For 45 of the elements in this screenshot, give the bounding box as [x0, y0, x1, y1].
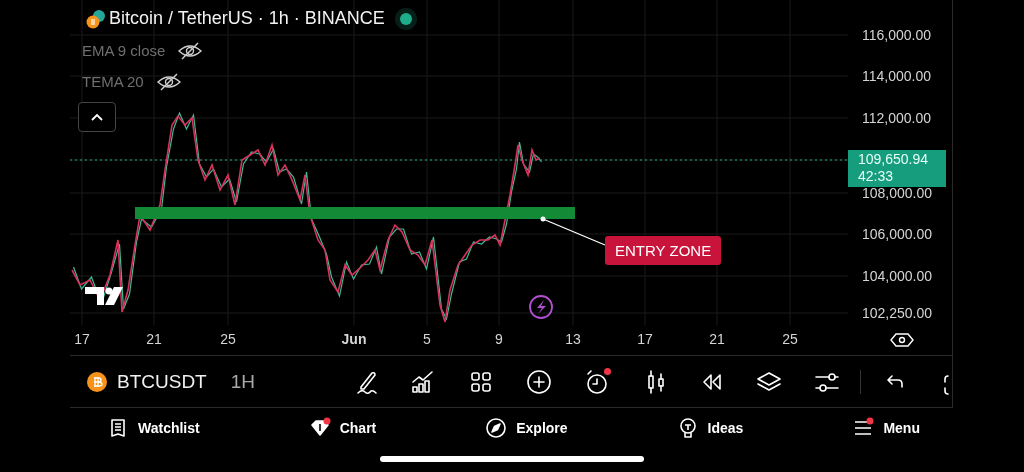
date-axis-label: 17 [636, 331, 654, 347]
price-axis-label: 108,000.00 [862, 184, 933, 202]
date-axis-label: 25 [219, 331, 237, 347]
price-axis-label: 112,000.00 [862, 109, 932, 127]
chevron-up-icon [90, 112, 104, 122]
eye-slash-icon[interactable] [177, 40, 204, 61]
bar-countdown: 42:33 [858, 168, 895, 185]
explore-tab[interactable]: Explore [485, 417, 568, 439]
bracket-icon [944, 374, 950, 395]
price-axis-label: 104,000.00 [862, 267, 933, 285]
price-axis-label: 106,000.00 [862, 225, 933, 243]
date-axis-label: 21 [708, 331, 726, 347]
entry-zone-label: ENTRY ZONE [605, 236, 722, 265]
indicator-label[interactable]: TEMA 20 [78, 73, 144, 90]
date-axis-label: 21 [145, 331, 163, 347]
add-button[interactable] [524, 367, 554, 397]
current-price: 109,650.94 [858, 151, 930, 168]
symbol-name[interactable]: BTCUSDT [117, 370, 207, 393]
price-axis-label: 116,000.00 [862, 26, 932, 44]
price-axis-label: 114,000.00 [862, 67, 932, 85]
date-axis-label: 13 [564, 331, 582, 347]
logo-icon [85, 287, 123, 305]
date-axis-label: 5 [422, 331, 432, 347]
diamond-icon [308, 417, 331, 439]
coin-icon [87, 371, 107, 392]
compass-icon [485, 417, 508, 439]
coin-pair-icon [86, 8, 106, 29]
leader-line [540, 216, 606, 246]
settings-icon[interactable] [890, 333, 914, 347]
collapse-button[interactable] [78, 102, 116, 132]
date-axis-label: 9 [494, 331, 504, 347]
symbol-title: Bitcoin / TetherUS · 1h · BINANCE [109, 8, 385, 29]
date-axis-label: Jun [340, 331, 368, 347]
menu-tab[interactable]: Menu [852, 417, 920, 439]
chart-tab[interactable]: Chart [308, 417, 377, 439]
watchlist-tab[interactable]: Watchlist [107, 417, 200, 439]
interval-selector[interactable]: 1H [230, 370, 256, 393]
ideas-tab[interactable]: Ideas [676, 417, 744, 439]
date-axis-label: 25 [781, 331, 799, 347]
plus-icon [524, 367, 554, 397]
eye-slash-icon[interactable] [155, 71, 182, 92]
price-axis-label: 102,250.00 [862, 304, 933, 322]
lightning-icon [529, 295, 553, 319]
indicator-label[interactable]: EMA 9 close [78, 42, 166, 59]
date-axis-label: 17 [73, 331, 91, 347]
